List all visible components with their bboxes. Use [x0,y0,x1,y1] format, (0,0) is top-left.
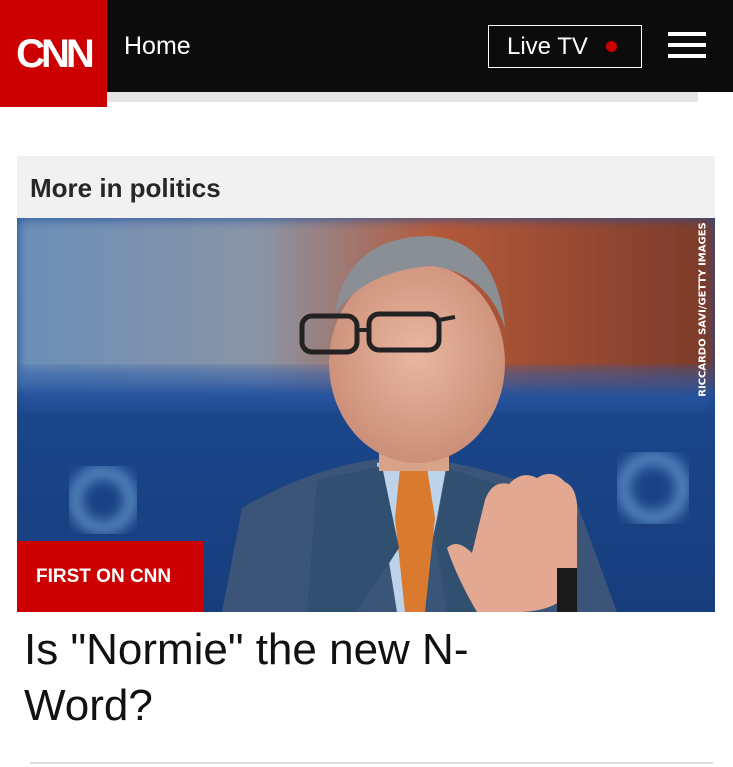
live-tv-button[interactable]: Live TV [488,25,642,68]
section-title: More in politics [30,173,221,203]
header-underbar [107,92,698,102]
logo-text: CNN [16,31,95,76]
live-tv-label: Live TV [507,32,588,60]
cnn-logo[interactable]: CNN [0,0,107,107]
hamburger-menu-icon[interactable] [668,30,708,60]
story-kicker-badge: FIRST ON CNN [17,541,203,612]
photo-credit: RICCARDO SAVI/GETTY IMAGES [694,221,712,397]
nav-home-link[interactable]: Home [124,31,191,61]
photo-credit-text: RICCARDO SAVI/GETTY IMAGES [697,221,709,397]
live-dot-icon [605,41,617,52]
section-header: More in politics [17,156,715,218]
story-headline[interactable]: Is "Normie" the new N-Word? [24,622,584,734]
divider [30,762,713,764]
